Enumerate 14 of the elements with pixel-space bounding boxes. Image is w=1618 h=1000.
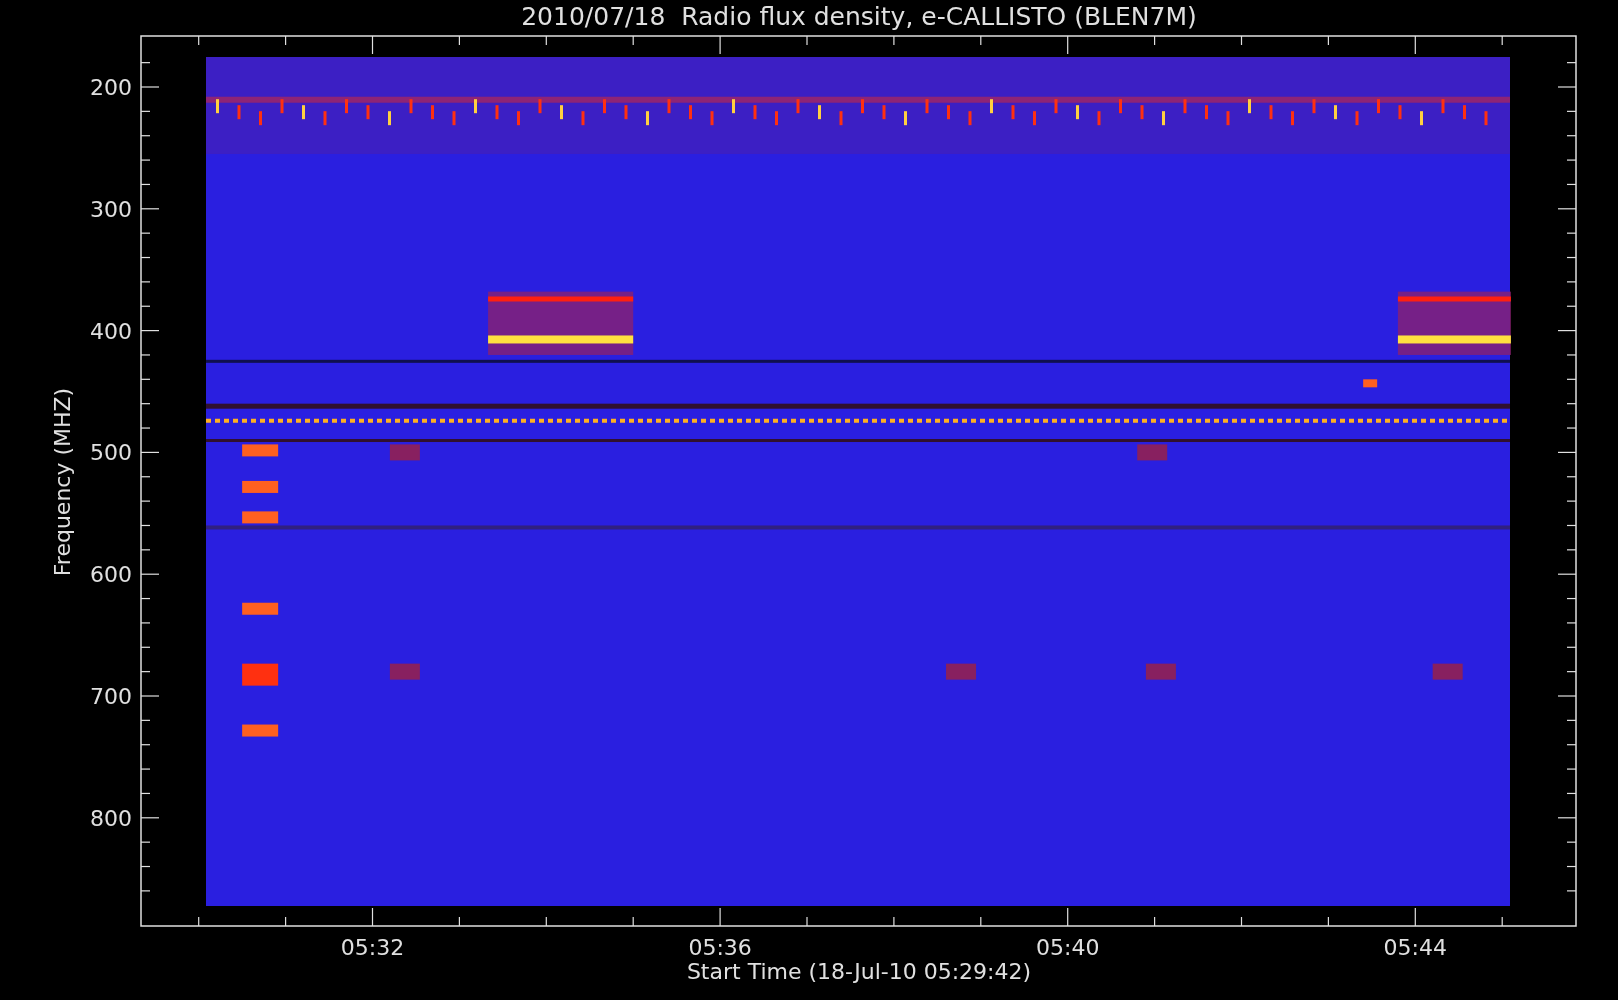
- axis-title: Frequency (MHZ): [50, 387, 75, 577]
- axis-tick-label: 05:36: [688, 935, 752, 960]
- axis-tick-label: 800: [90, 805, 132, 831]
- axis-tick-label: 05:44: [1383, 935, 1447, 960]
- chart-title: 2010/07/18 Radio flux density, e-CALLISTO (BLEN7M): [521, 2, 1197, 31]
- axis-tick-label: 600: [90, 562, 132, 588]
- axis-tick-label: 200: [90, 75, 132, 100]
- axis-tick-label: 05:40: [1036, 935, 1100, 960]
- axis-tick-label: 400: [90, 318, 132, 344]
- axis-tick-label: 500: [90, 440, 132, 466]
- axis-tick-label: 700: [90, 684, 132, 709]
- axis-tick-label: 300: [90, 196, 132, 222]
- axis-tick-label: 05:32: [340, 935, 405, 960]
- axis-title: Start Time (18-Jul-10 05:29:42): [686, 959, 1032, 984]
